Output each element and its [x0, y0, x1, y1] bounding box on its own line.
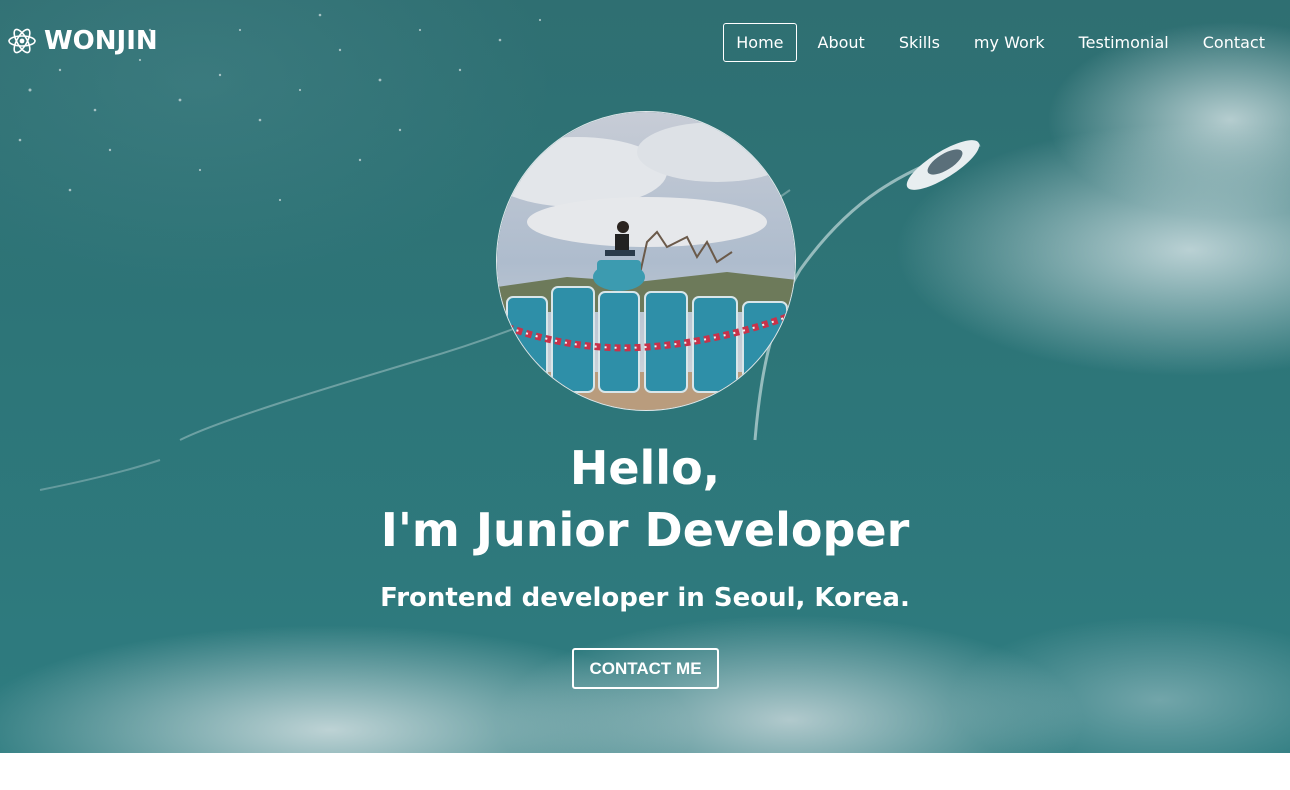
contact-me-button[interactable]: CONTACT ME [572, 648, 719, 689]
nav-contact[interactable]: Contact [1186, 24, 1282, 61]
hero-headline: I'm Junior Developer [380, 503, 910, 557]
hero-section: WONJIN Home About Skills my Work Testimo… [0, 0, 1290, 753]
hero-greeting: Hello, [569, 441, 721, 495]
hero-heading: Hello, I'm Junior Developer [0, 437, 1290, 561]
hero-subtitle: Frontend developer in Seoul, Korea. [380, 583, 910, 613]
nav-testimonial[interactable]: Testimonial [1062, 24, 1186, 61]
navbar: WONJIN Home About Skills my Work Testimo… [0, 0, 1290, 86]
nav-home[interactable]: Home [723, 23, 797, 62]
nav-about[interactable]: About [801, 24, 882, 61]
nav-my-work[interactable]: my Work [957, 24, 1062, 61]
boat-image [906, 140, 980, 190]
brand-name: WONJIN [44, 26, 158, 56]
profile-avatar [496, 111, 796, 411]
brand-logo[interactable]: WONJIN [7, 26, 158, 56]
nav-skills[interactable]: Skills [882, 24, 957, 61]
nav-menu: Home About Skills my Work Testimonial Co… [723, 23, 1282, 62]
react-atom-icon [8, 28, 36, 54]
